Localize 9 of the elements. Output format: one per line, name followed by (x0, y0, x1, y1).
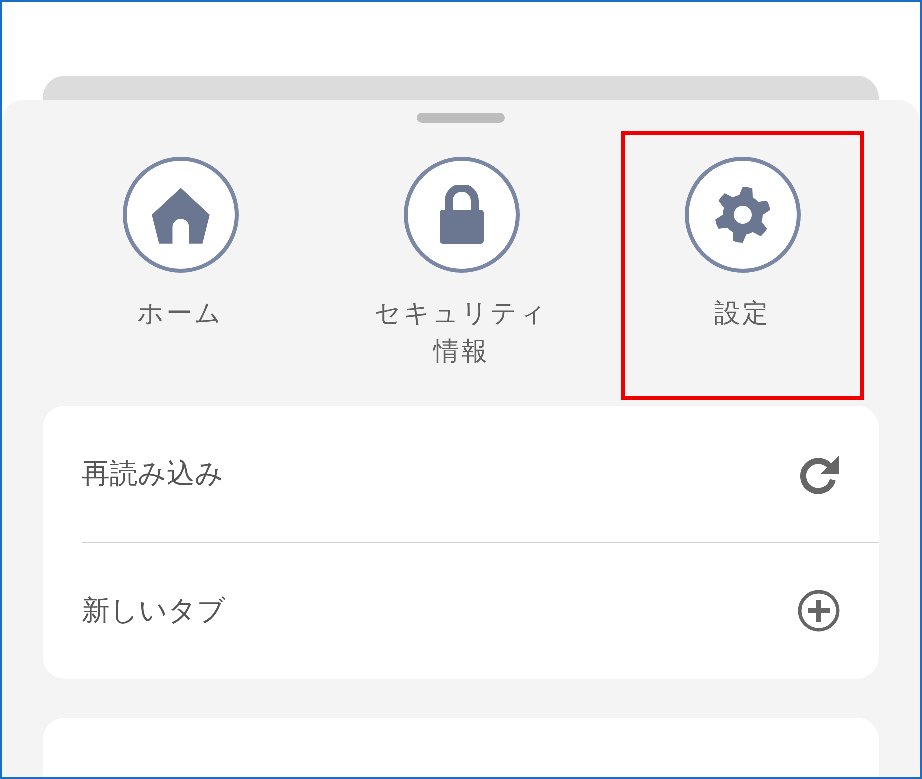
shortcut-label[interactable]: セキュリティ 情報 (374, 295, 548, 371)
lock-icon (438, 185, 484, 245)
menu-item[interactable]: 再読み込み (43, 406, 879, 542)
shortcut-label[interactable]: ホーム (138, 295, 224, 333)
gear-icon (712, 185, 772, 245)
shortcut-label[interactable]: 設定 (714, 295, 770, 333)
menu-item[interactable]: 新しいタブ (43, 543, 879, 679)
drag-handle[interactable] (417, 113, 505, 123)
add-icon (797, 589, 841, 633)
